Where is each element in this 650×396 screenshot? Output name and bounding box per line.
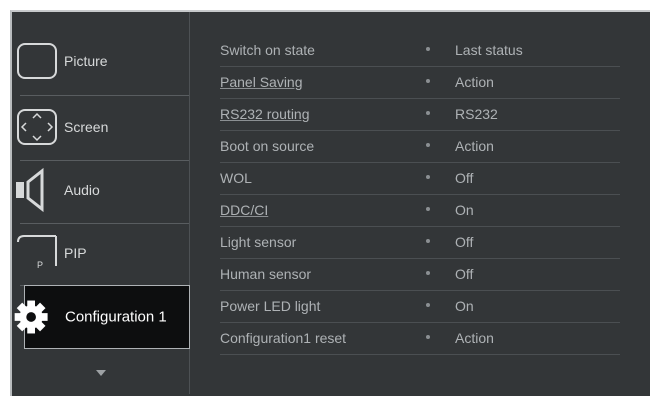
setting-row-human-sensor[interactable]: Human sensor Off xyxy=(190,258,650,290)
setting-label: Light sensor xyxy=(220,234,297,250)
setting-label: Human sensor xyxy=(220,266,312,282)
setting-label: WOL xyxy=(220,170,252,186)
setting-value: Action xyxy=(455,138,494,154)
setting-row-configuration1-reset[interactable]: Configuration1 reset Action xyxy=(190,322,650,354)
setting-label: Panel Saving xyxy=(220,74,303,90)
settings-list: Switch on state Last status Panel Saving… xyxy=(190,12,650,394)
sidebar-item-configuration-1[interactable]: Configuration 1 xyxy=(14,285,190,349)
setting-row-ddc-ci[interactable]: DDC/CI On xyxy=(190,194,650,226)
bullet-icon xyxy=(426,79,430,83)
setting-value: On xyxy=(455,298,474,314)
sidebar-item-label: Screen xyxy=(64,119,109,135)
setting-value: On xyxy=(455,202,474,218)
bullet-icon xyxy=(426,143,430,147)
bullet-icon xyxy=(426,239,430,243)
sidebar-item-label: Picture xyxy=(64,53,108,69)
sidebar: Picture Screen Audio P PIP Configuration… xyxy=(12,12,190,394)
setting-value: Last status xyxy=(455,42,523,58)
setting-label: DDC/CI xyxy=(220,202,269,218)
sidebar-item-audio[interactable]: Audio xyxy=(12,159,189,221)
chevron-down-icon[interactable] xyxy=(96,370,106,376)
setting-label: Power LED light xyxy=(220,298,321,314)
setting-value: RS232 xyxy=(455,106,498,122)
bullet-icon xyxy=(426,271,430,275)
bullet-icon xyxy=(426,175,430,179)
bullet-icon xyxy=(426,47,430,51)
setting-value: Action xyxy=(455,330,494,346)
setting-label: Configuration1 reset xyxy=(220,330,347,346)
setting-row-light-sensor[interactable]: Light sensor Off xyxy=(190,226,650,258)
sidebar-item-screen[interactable]: Screen xyxy=(12,96,189,158)
setting-value: Off xyxy=(455,234,474,250)
setting-row-power-led-light[interactable]: Power LED light On xyxy=(190,290,650,322)
sidebar-item-label: Audio xyxy=(64,182,100,198)
setting-row-wol[interactable]: WOL Off xyxy=(190,162,650,194)
bullet-icon xyxy=(426,303,430,307)
bullet-icon xyxy=(426,207,430,211)
svg-text:P: P xyxy=(37,260,43,270)
pip-icon: P xyxy=(17,235,57,270)
setting-value: Off xyxy=(455,266,474,282)
bullet-icon xyxy=(426,335,430,339)
gear-icon xyxy=(14,300,48,334)
setting-row-rs232-routing[interactable]: RS232 routing RS232 xyxy=(190,98,650,130)
setting-row-boot-on-source[interactable]: Boot on source Action xyxy=(190,130,650,162)
setting-row-switch-on-state[interactable]: Switch on state Last status xyxy=(190,34,650,66)
divider xyxy=(220,354,620,355)
picture-icon xyxy=(17,43,57,79)
sidebar-item-picture[interactable]: Picture xyxy=(12,30,189,92)
setting-value: Off xyxy=(455,170,474,186)
setting-label: Switch on state xyxy=(220,42,315,58)
speaker-icon xyxy=(16,167,44,213)
bullet-icon xyxy=(426,111,430,115)
sidebar-item-pip[interactable]: P PIP xyxy=(12,222,189,284)
setting-label: Boot on source xyxy=(220,138,315,154)
setting-value: Action xyxy=(455,74,494,90)
sidebar-item-label: PIP xyxy=(64,245,87,261)
sidebar-item-label: Configuration 1 xyxy=(65,308,167,326)
screen-icon xyxy=(17,109,57,145)
osd-menu-window: Picture Screen Audio P PIP Configuration… xyxy=(10,10,650,396)
setting-row-panel-saving[interactable]: Panel Saving Action xyxy=(190,66,650,98)
setting-label: RS232 routing xyxy=(220,106,310,122)
